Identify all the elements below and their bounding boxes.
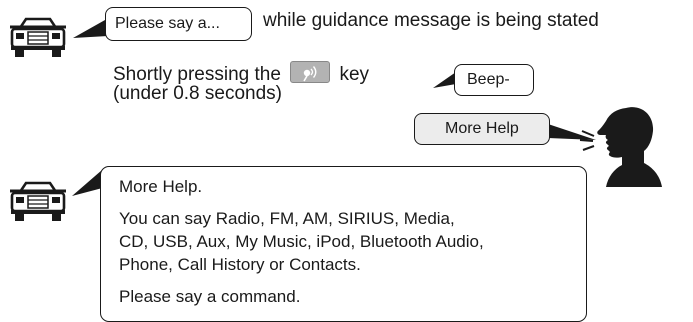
response-line: You can say Radio, FM, AM, SIRIUS, Media… xyxy=(119,209,455,228)
system-prompt-bubble: Please say a... xyxy=(105,7,252,41)
car-speech-tail-1 xyxy=(73,20,108,38)
response-line: Please say a command. xyxy=(119,287,301,306)
car-icon xyxy=(6,16,70,60)
car-icon xyxy=(6,180,70,224)
beep-bubble: Beep- xyxy=(454,64,534,96)
press-duration: (under 0.8 seconds) xyxy=(113,83,282,104)
speaking-person-icon xyxy=(592,105,664,187)
press-instruction-after: key xyxy=(339,64,370,85)
voice-talk-key-icon xyxy=(290,61,331,83)
user-speech-bubble: More Help xyxy=(414,113,550,145)
system-prompt-text: Please say a... xyxy=(115,15,220,32)
response-line: CD, USB, Aux, My Music, iPod, Bluetooth … xyxy=(119,232,484,251)
response-line: Phone, Call History or Contacts. xyxy=(119,255,361,274)
press-instruction-before: Shortly pressing the xyxy=(113,64,281,85)
response-line: More Help. xyxy=(119,177,203,196)
beep-text: Beep- xyxy=(467,71,510,88)
user-speech-text: More Help xyxy=(445,120,519,137)
system-response-box: More Help. You can say Radio, FM, AM, SI… xyxy=(100,166,587,322)
user-speech-tail xyxy=(548,124,596,140)
guidance-caption: while guidance message is being stated xyxy=(263,10,599,31)
beep-tail xyxy=(433,72,456,88)
